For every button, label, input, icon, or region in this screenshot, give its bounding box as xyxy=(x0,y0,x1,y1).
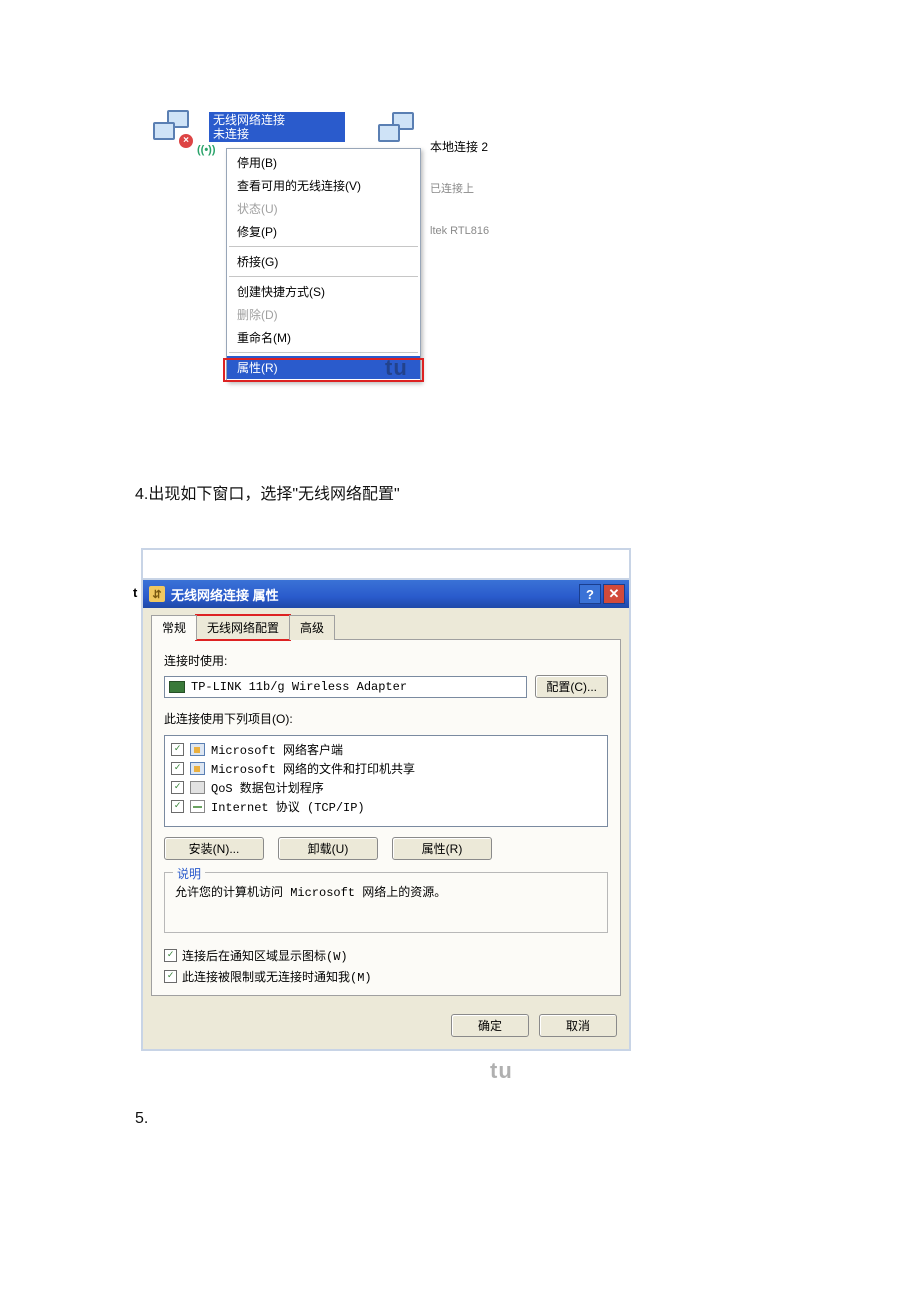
list-item[interactable]: ✓ Internet 协议 (TCP/IP) xyxy=(171,797,601,816)
menu-item[interactable]: 修复(P) xyxy=(227,220,420,243)
menu-item: 状态(U) xyxy=(227,197,420,220)
tab-general[interactable]: 常规 xyxy=(151,615,197,640)
item-checkbox[interactable]: ✓ xyxy=(171,743,184,756)
cropped-letter: t xyxy=(133,585,137,600)
list-item[interactable]: ✓ Microsoft 网络的文件和打印机共享 xyxy=(171,759,601,778)
item-properties-button[interactable]: 属性(R) xyxy=(392,837,492,860)
description-legend: 说明 xyxy=(173,865,205,882)
adapter-field: TP-LINK 11b/g Wireless Adapter xyxy=(164,676,527,698)
item-label: Microsoft 网络客户端 xyxy=(211,741,343,758)
dialog-titlebar: ⇵ 无线网络连接 属性 ? ✕ xyxy=(143,580,629,608)
cancel-button[interactable]: 取消 xyxy=(539,1014,617,1037)
list-item[interactable]: ✓ QoS 数据包计划程序 xyxy=(171,778,601,797)
tab-advanced[interactable]: 高级 xyxy=(289,615,335,640)
menu-item[interactable]: 创建快捷方式(S) xyxy=(227,280,420,303)
item-label: Microsoft 网络的文件和打印机共享 xyxy=(211,760,415,777)
disconnected-x-icon: × xyxy=(179,134,193,148)
local-connection-status: 已连接上 xyxy=(430,182,489,196)
client-icon xyxy=(190,762,205,775)
client-icon xyxy=(190,743,205,756)
watermark-tu-2: tu xyxy=(490,1058,513,1084)
ok-button[interactable]: 确定 xyxy=(451,1014,529,1037)
properties-dialog-screenshot: t ⇵ 无线网络连接 属性 ? ✕ 常规 无线网络配置 高级 连接时使用: TP… xyxy=(141,548,631,1051)
menu-item[interactable]: 桥接(G) xyxy=(227,250,420,273)
notify-limited-checkbox[interactable]: ✓ xyxy=(164,970,177,983)
menu-separator xyxy=(229,246,418,247)
menu-separator xyxy=(229,352,418,353)
step-4-text: 4.出现如下窗口，选择"无线网络配置" xyxy=(135,480,400,504)
close-button[interactable]: ✕ xyxy=(603,584,625,604)
menu-separator xyxy=(229,276,418,277)
help-button[interactable]: ? xyxy=(579,584,601,604)
show-icon-label: 连接后在通知区域显示图标(W) xyxy=(182,947,348,964)
uninstall-button[interactable]: 卸载(U) xyxy=(278,837,378,860)
step-5-text: 5. xyxy=(135,1110,148,1128)
local-connection-device: ltek RTL816 xyxy=(430,224,489,238)
context-menu: 停用(B)查看可用的无线连接(V)状态(U)修复(P) 桥接(G) 创建快捷方式(S… xyxy=(226,148,421,382)
wifi-signal-icon: ((•)) xyxy=(197,144,216,156)
tcp-icon xyxy=(190,800,205,813)
configure-button[interactable]: 配置(C)... xyxy=(535,675,608,698)
local-connection-title: 本地连接 2 xyxy=(430,140,489,154)
connect-using-label: 连接时使用: xyxy=(164,652,608,669)
description-text: 允许您的计算机访问 Microsoft 网络上的资源。 xyxy=(175,883,597,900)
item-checkbox[interactable]: ✓ xyxy=(171,781,184,794)
wireless-connection-label: 无线网络连接 未连接 xyxy=(209,112,345,142)
tab-strip: 常规 无线网络配置 高级 xyxy=(151,614,621,639)
connection-items-list[interactable]: ✓ Microsoft 网络客户端 ✓ Microsoft 网络的文件和打印机共享 ✓ Q… xyxy=(164,735,608,827)
items-label: 此连接使用下列项目(O): xyxy=(164,710,608,727)
item-checkbox[interactable]: ✓ xyxy=(171,800,184,813)
list-item[interactable]: ✓ Microsoft 网络客户端 xyxy=(171,740,601,759)
menu-item[interactable]: 停用(B) xyxy=(227,151,420,174)
tab-wireless-config[interactable]: 无线网络配置 xyxy=(196,615,290,640)
menu-item[interactable]: 重命名(M) xyxy=(227,326,420,349)
notify-limited-label: 此连接被限制或无连接时通知我(M) xyxy=(182,968,372,985)
dialog-title-icon: ⇵ xyxy=(149,586,165,602)
item-label: QoS 数据包计划程序 xyxy=(211,779,324,796)
context-menu-screenshot: × ((•)) 无线网络连接 未连接 本地连接 2 已连接上 ltek RTL8… xyxy=(153,110,533,160)
show-icon-checkbox[interactable]: ✓ xyxy=(164,949,177,962)
menu-item[interactable]: 查看可用的无线连接(V) xyxy=(227,174,420,197)
menu-item: 删除(D) xyxy=(227,303,420,326)
properties-dialog: ⇵ 无线网络连接 属性 ? ✕ 常规 无线网络配置 高级 连接时使用: TP-L… xyxy=(143,580,629,1049)
nic-icon xyxy=(169,681,185,693)
qos-icon xyxy=(190,781,205,794)
dialog-footer: 确定 取消 xyxy=(143,1004,629,1049)
dialog-title: 无线网络连接 属性 xyxy=(171,585,279,604)
tab-panel-general: 连接时使用: TP-LINK 11b/g Wireless Adapter 配置… xyxy=(151,639,621,996)
item-checkbox[interactable]: ✓ xyxy=(171,762,184,775)
description-groupbox: 说明 允许您的计算机访问 Microsoft 网络上的资源。 xyxy=(164,872,608,933)
window-chrome-fragment xyxy=(143,550,629,580)
adapter-name: TP-LINK 11b/g Wireless Adapter xyxy=(191,680,407,694)
watermark-tu: tu xyxy=(385,355,408,381)
item-label: Internet 协议 (TCP/IP) xyxy=(211,798,365,815)
install-button[interactable]: 安装(N)... xyxy=(164,837,264,860)
